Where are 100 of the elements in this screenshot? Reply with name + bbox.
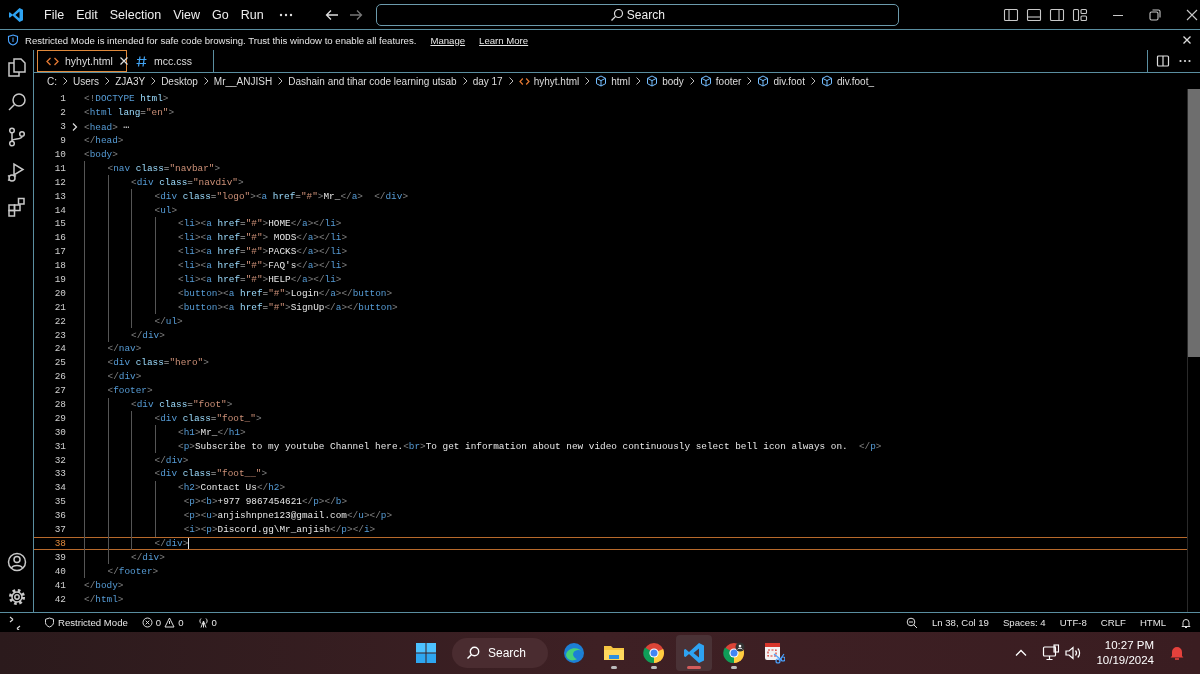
line-number: 42 [53, 593, 66, 605]
banner-link[interactable]: Manage [430, 34, 466, 46]
antenna-icon [197, 617, 209, 628]
menu-item[interactable]: View [167, 5, 206, 24]
ports-status[interactable]: 0 [197, 617, 217, 628]
windows-start-icon[interactable] [415, 642, 437, 664]
extensions-icon[interactable] [5, 196, 28, 218]
breadcrumb-item[interactable]: day 17 [472, 75, 503, 87]
status-item[interactable]: Ln 38, Col 19 [931, 617, 989, 628]
code-line: </nav> [107, 343, 142, 355]
code-line: <li><a href="#">HOME</a></li> [178, 218, 342, 230]
status-item[interactable]: HTML [1139, 617, 1166, 628]
breadcrumb-item[interactable]: body [662, 75, 684, 87]
active-app-highlight[interactable] [676, 635, 712, 671]
close-icon[interactable] [1181, 34, 1193, 46]
remote-icon[interactable] [8, 615, 22, 630]
breadcrumb-item[interactable]: div.foot_ [836, 75, 874, 87]
chevron-right-icon [745, 76, 754, 86]
problems-status[interactable]: 0 0 [141, 617, 184, 628]
code-line: </ul> [154, 315, 183, 327]
text-cursor [188, 537, 190, 549]
shield-icon [7, 34, 19, 46]
line-number: 14 [53, 204, 66, 216]
line-number: 1 [59, 93, 66, 105]
code-line: </footer> [107, 565, 159, 577]
line-number: 35 [53, 496, 66, 508]
error-icon [141, 617, 153, 628]
cube-icon [757, 75, 770, 87]
breadcrumb-item[interactable]: html [611, 75, 631, 87]
menu-item[interactable]: Edit [70, 5, 104, 24]
editor-tab[interactable]: hyhyt.html [37, 50, 127, 72]
volume-icon[interactable] [1064, 644, 1083, 662]
menu-item[interactable]: Selection [103, 5, 168, 24]
status-item[interactable]: CRLF [1100, 617, 1126, 628]
code-line: <p><u>anjishnpne123@gmail.com</u></p> [183, 510, 393, 522]
sidebar-layout-icon[interactable] [1003, 6, 1019, 23]
chevron-right-icon [276, 76, 285, 86]
chevron-right-icon [687, 76, 696, 86]
menu-item[interactable]: Run [234, 5, 270, 24]
line-number: 10 [53, 149, 66, 160]
clock[interactable]: 10:27 PM 10/19/2024 [1096, 638, 1154, 668]
bell-icon[interactable] [1180, 616, 1192, 629]
code-line: <h1>Mr_</h1> [178, 426, 246, 438]
zoom-out-icon[interactable] [905, 616, 918, 629]
restore-icon[interactable] [1147, 6, 1163, 23]
code-line: <head> ⋯ [84, 120, 130, 133]
chrome-browser-icon[interactable] [643, 642, 665, 664]
breadcrumb-item[interactable]: Desktop [161, 75, 198, 87]
breadcrumb-item[interactable]: ZJA3Y [115, 75, 146, 87]
menu-item[interactable]: Go [206, 5, 235, 24]
restricted-mode-status[interactable]: Restricted Mode [44, 617, 128, 628]
code-line: </div> [154, 537, 189, 549]
code-line: <div class="foot_"> [154, 412, 262, 424]
network-icon[interactable] [1042, 644, 1061, 662]
panel-layout-icon[interactable] [1026, 6, 1042, 23]
secondary-sidebar-layout-icon[interactable] [1049, 6, 1065, 23]
close-icon[interactable] [118, 56, 129, 66]
edge-browser-icon[interactable] [563, 642, 585, 664]
scrollbar[interactable] [1187, 89, 1200, 612]
status-item[interactable]: UTF-8 [1059, 617, 1087, 628]
banner-link[interactable]: Learn More [479, 34, 529, 46]
line-number: 24 [53, 343, 66, 355]
code-line: <html lang="en"> [84, 107, 175, 119]
line-number: 39 [53, 551, 66, 563]
chevron-right-icon [103, 76, 112, 86]
chevron-right-icon [583, 76, 592, 86]
shield-icon [44, 617, 55, 628]
search-icon [466, 646, 480, 660]
breadcrumb-item[interactable]: Mr__ANJISH [213, 75, 273, 87]
customize-layout-icon[interactable] [1072, 6, 1088, 23]
line-number: 27 [53, 385, 66, 397]
breadcrumb-item[interactable]: div.foot [773, 75, 805, 87]
chevron-right-icon [201, 76, 210, 86]
line-number: 25 [53, 357, 66, 369]
cube-icon [699, 75, 712, 87]
status-item[interactable]: Spaces: 4 [1002, 617, 1046, 628]
line-number: 2 [59, 107, 66, 119]
snipping-tool-icon[interactable] [763, 642, 785, 664]
search-field[interactable]: Search [375, 3, 899, 26]
breadcrumb-item[interactable]: hyhyt.html [533, 75, 580, 87]
breadcrumb-item[interactable]: Users [73, 75, 100, 87]
account-icon[interactable] [5, 551, 28, 573]
breadcrumb-item[interactable]: footer [715, 75, 742, 87]
chrome-browser-icon[interactable] [723, 642, 745, 664]
line-number: 41 [53, 579, 66, 591]
breadcrumb-item[interactable]: C: [47, 75, 57, 87]
split-editor-icon[interactable] [1156, 54, 1170, 68]
chevron-right-icon[interactable] [70, 121, 80, 132]
banner-message: Restricted Mode is intended for safe code browsing. Trust this window to enable all features. [25, 34, 417, 46]
code-line: <div class="logo"><a href="#">Mr_</a> </div> [154, 190, 408, 202]
vscode-icon[interactable] [683, 642, 705, 664]
code-line: <div class="navdiv"> [131, 176, 244, 188]
code-line: <!DOCTYPE html> [84, 93, 169, 105]
editor-tab[interactable]: mcc.css [127, 50, 214, 72]
code-line: <ul> [154, 204, 178, 216]
scrollbar-thumb[interactable] [1188, 89, 1200, 357]
taskbar-search[interactable]: Search [452, 638, 548, 668]
menu-item[interactable]: File [38, 5, 71, 24]
breadcrumb-item[interactable]: Dashain and tihar code learning utsab [288, 75, 457, 87]
files-icon[interactable] [5, 56, 28, 78]
